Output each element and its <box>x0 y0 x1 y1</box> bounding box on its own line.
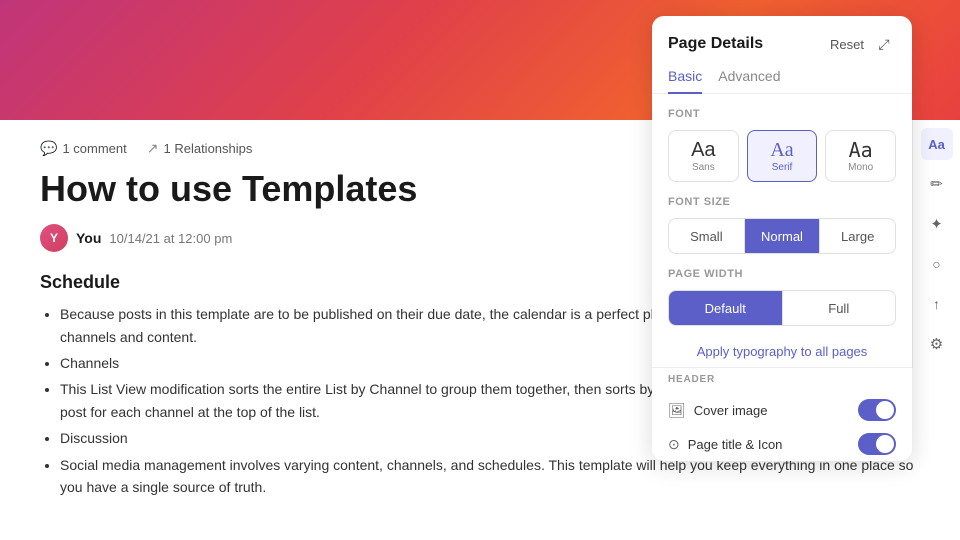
size-options: Small Normal Large <box>668 218 896 254</box>
panel-title: Page Details <box>668 35 763 53</box>
font-size-label: Font Size <box>668 196 896 208</box>
width-options: Default Full <box>668 290 896 326</box>
width-default[interactable]: Default <box>669 291 783 325</box>
panel-header: Page Details Reset ⤢ <box>652 16 912 56</box>
font-option-serif[interactable]: Aa Serif <box>747 130 818 182</box>
font-option-sans[interactable]: Aa Sans <box>668 130 739 182</box>
page-title-left: ⊙ Page title & Icon <box>668 436 782 453</box>
page-width-label: Page Width <box>668 268 896 280</box>
sidebar-icon-settings[interactable]: ⚙ <box>921 328 953 360</box>
sidebar-icon-edit[interactable]: ✏ <box>921 168 953 200</box>
font-serif-label: Serif <box>772 162 793 173</box>
font-sans-aa: Aa <box>691 140 715 160</box>
panel-header-actions: Reset ⤢ <box>830 32 896 56</box>
main-content: 💬 1 comment ↗ 1 Relationships How to use… <box>0 0 960 540</box>
relationships-count: 1 Relationships <box>163 141 252 156</box>
tab-advanced[interactable]: Advanced <box>718 68 780 94</box>
font-serif-aa: Aa <box>770 140 793 160</box>
font-size-section: Font Size Small Normal Large <box>652 196 912 268</box>
font-mono-aa: Aa <box>849 140 873 160</box>
author-name: You <box>76 230 101 246</box>
page-title-icon: ⊙ <box>668 436 680 453</box>
avatar: Y <box>40 224 68 252</box>
page-width-section: Page Width Default Full <box>652 268 912 340</box>
sidebar-icon-font[interactable]: Aa <box>921 128 953 160</box>
page-title-row: ⊙ Page title & Icon <box>652 427 912 461</box>
font-mono-label: Mono <box>848 162 873 173</box>
page-details-panel: Page Details Reset ⤢ Basic Advanced Font… <box>652 16 912 461</box>
cover-image-left: 🖼 Cover image <box>668 402 767 419</box>
comment-meta: 💬 1 comment <box>40 140 127 157</box>
font-sans-label: Sans <box>692 162 715 173</box>
relationships-icon: ↗ <box>147 140 159 157</box>
header-section-label: HEADER <box>652 367 912 393</box>
expand-button[interactable]: ⤢ <box>872 32 896 56</box>
page-title-label: Page title & Icon <box>688 437 783 452</box>
font-option-mono[interactable]: Aa Mono <box>825 130 896 182</box>
size-normal[interactable]: Normal <box>745 219 821 253</box>
font-section-label: Font <box>668 108 896 120</box>
relationships-meta: ↗ 1 Relationships <box>147 140 253 157</box>
apply-typography-link[interactable]: Apply typography to all pages <box>652 340 912 367</box>
panel-tabs: Basic Advanced <box>652 56 912 94</box>
comment-count: 1 comment <box>62 141 126 156</box>
cover-image-label: Cover image <box>694 403 768 418</box>
cover-image-toggle-knob <box>876 401 894 419</box>
cover-image-icon: 🖼 <box>668 402 686 419</box>
page-title-toggle[interactable] <box>858 433 896 455</box>
author-date: 10/14/21 at 12:00 pm <box>109 231 232 246</box>
width-full[interactable]: Full <box>783 291 896 325</box>
size-large[interactable]: Large <box>820 219 895 253</box>
sidebar-icon-search[interactable]: ○ <box>921 248 953 280</box>
tab-basic[interactable]: Basic <box>668 68 702 94</box>
reset-button[interactable]: Reset <box>830 37 864 52</box>
comment-icon: 💬 <box>40 140 57 157</box>
sidebar-icons: Aa ✏ ✦ ○ ↑ ⚙ <box>912 120 960 368</box>
cover-image-toggle[interactable] <box>858 399 896 421</box>
page-title-toggle-knob <box>876 435 894 453</box>
font-options: Aa Sans Aa Serif Aa Mono <box>668 130 896 182</box>
sidebar-icon-magic[interactable]: ✦ <box>921 208 953 240</box>
sidebar-icon-share[interactable]: ↑ <box>921 288 953 320</box>
font-section: Font Aa Sans Aa Serif Aa Mono <box>652 108 912 196</box>
size-small[interactable]: Small <box>669 219 745 253</box>
cover-image-row: 🖼 Cover image <box>652 393 912 427</box>
